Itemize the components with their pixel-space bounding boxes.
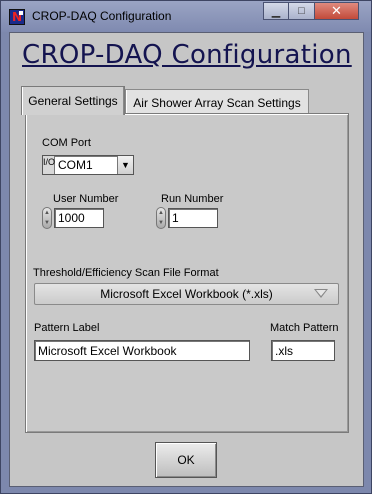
run-number-input[interactable]: 1	[168, 208, 218, 228]
window-controls: ▁ □ ✕	[263, 2, 359, 22]
minimize-button[interactable]: ▁	[263, 2, 289, 20]
io-resource-icon: I/O	[43, 156, 55, 174]
user-number-label: User Number	[53, 193, 119, 205]
pattern-label-label: Pattern Label	[34, 322, 100, 334]
match-pattern-label: Match Pattern	[270, 322, 339, 334]
pattern-label-input[interactable]: Microsoft Excel Workbook	[34, 340, 250, 361]
user-number-input[interactable]: 1000	[54, 208, 104, 228]
match-pattern-input[interactable]: .xls	[271, 340, 335, 361]
general-settings-panel: COM Port I/O COM1 ▼ User Number ▲ ▼ 1000 …	[25, 113, 349, 433]
tab-label: General Settings	[28, 94, 118, 108]
page-title: CROP-DAQ Configuration	[22, 40, 352, 70]
window: N CROP-DAQ Configuration ▁ □ ✕ CROP-DAQ …	[0, 0, 372, 494]
tab-air-shower-array-scan-settings[interactable]: Air Shower Array Scan Settings	[125, 89, 309, 115]
title-bar[interactable]: N CROP-DAQ Configuration ▁ □ ✕	[1, 1, 371, 32]
scan-file-format-select[interactable]: Microsoft Excel Workbook (*.xls)	[34, 283, 339, 305]
client-area: CROP-DAQ Configuration General Settings …	[9, 32, 364, 487]
tab-general-settings[interactable]: General Settings	[21, 86, 125, 115]
maximize-button[interactable]: □	[289, 2, 315, 20]
run-number-increment-decrement[interactable]: ▲ ▼	[156, 207, 166, 229]
scan-file-format-label: Threshold/Efficiency Scan File Format	[33, 267, 219, 279]
com-port-value: COM1	[58, 158, 93, 172]
com-port-label: COM Port	[42, 137, 91, 149]
close-button[interactable]: ✕	[315, 2, 359, 20]
ok-button[interactable]: OK	[155, 442, 217, 478]
chevron-down-icon[interactable]: ▼	[117, 156, 133, 174]
com-port-select[interactable]: I/O COM1 ▼	[42, 155, 134, 175]
window-title: CROP-DAQ Configuration	[32, 9, 172, 23]
triangle-down-icon	[314, 289, 328, 298]
user-number-increment-decrement[interactable]: ▲ ▼	[42, 207, 52, 229]
run-number-label: Run Number	[161, 193, 224, 205]
labview-app-icon: N	[9, 9, 25, 25]
tab-label: Air Shower Array Scan Settings	[133, 95, 301, 110]
scan-file-format-value: Microsoft Excel Workbook (*.xls)	[100, 287, 273, 301]
